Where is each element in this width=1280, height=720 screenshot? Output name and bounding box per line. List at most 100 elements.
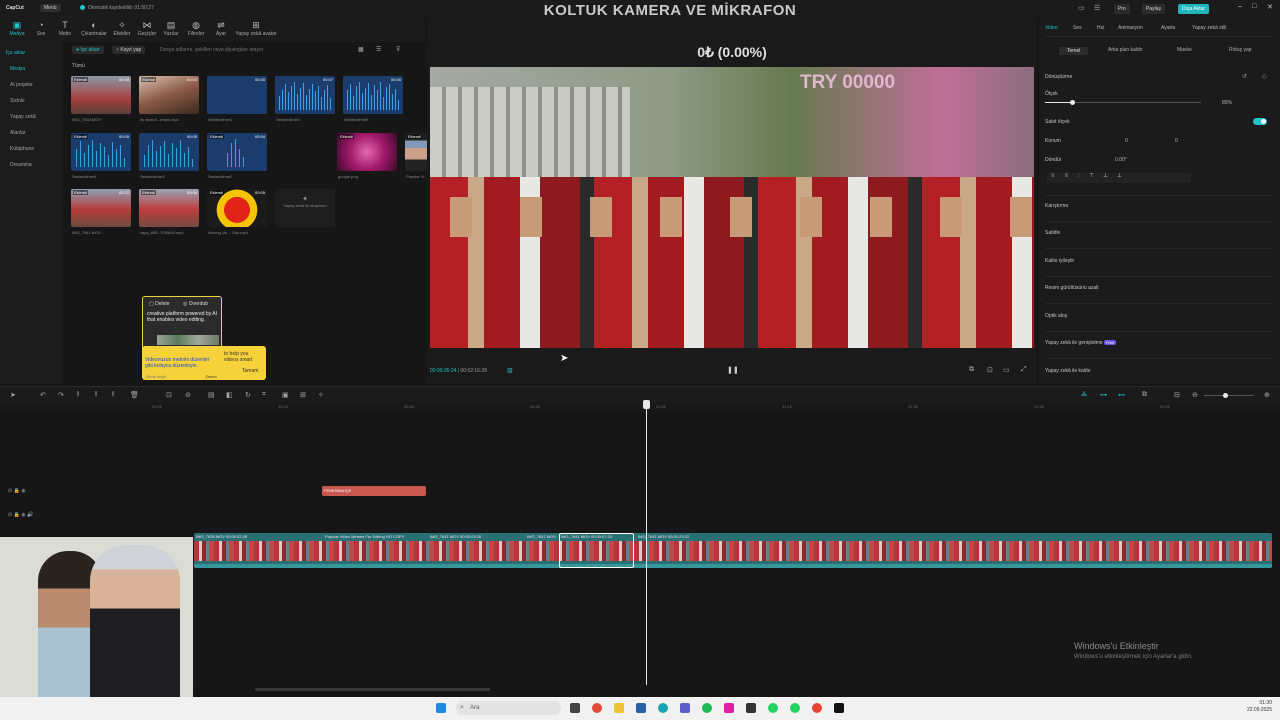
grid-view-icon[interactable]: ▦	[358, 46, 364, 53]
main-video-clip[interactable]: IMG_7638.MOV 00:00:02:26 Popular Video M…	[194, 533, 1272, 568]
import-chip[interactable]: ● İçe aktar	[72, 46, 104, 54]
record-chip[interactable]: ○ Kayıt yap	[112, 46, 146, 54]
crop-icon[interactable]: ⌗	[262, 391, 266, 399]
delete-icon[interactable]: 🗑	[130, 391, 139, 399]
rotate-value[interactable]: 0.00°	[1115, 157, 1127, 163]
zoom-slider[interactable]	[1204, 395, 1254, 396]
resize-icon[interactable]: ▣	[282, 391, 289, 399]
ok-button[interactable]: Tamam	[242, 368, 258, 374]
zoom-fit-icon[interactable]: ⊕	[1264, 391, 1270, 399]
split-right-icon[interactable]: ⫲	[112, 391, 114, 399]
subtab-retouch[interactable]: Rötuş yap	[1229, 47, 1252, 53]
tab-stickers[interactable]: ◐ Çıkartmalar	[79, 20, 109, 37]
spotify-icon[interactable]	[702, 703, 712, 713]
task-view-icon[interactable]	[570, 703, 580, 713]
app-icon[interactable]	[746, 703, 756, 713]
split-left-icon[interactable]: ⫲	[95, 391, 97, 399]
select-tool-icon[interactable]: ➤	[10, 391, 16, 399]
taskbar-search[interactable]: Ara	[456, 701, 561, 715]
tab-audio[interactable]: Ses	[1073, 25, 1082, 31]
snap-icon[interactable]: ⧉	[1142, 391, 1147, 399]
audio-thumb[interactable]: 00:05	[207, 76, 267, 114]
pro-button[interactable]: Pro	[1114, 4, 1130, 14]
scale-value[interactable]: 85%	[1222, 100, 1232, 106]
tab-ai-avatar[interactable]: ⊞ Yapay zekâ avatar	[234, 20, 278, 37]
noise-label[interactable]: Resim gürültüsünü azalt	[1045, 285, 1099, 291]
sort-icon[interactable]: ☰	[376, 46, 381, 53]
ai-create-tile[interactable]: ✦ Yapay zekâ ile oluşturun	[275, 189, 335, 227]
tab-adjust[interactable]: ⇌ Ayar	[206, 20, 236, 37]
section-all[interactable]: Tümü	[72, 63, 85, 69]
filter-icon[interactable]: ⊽	[396, 46, 400, 53]
audio-thumb[interactable]: 00:06	[343, 76, 403, 114]
align-toolbar[interactable]: ≡≡⫶⊤⊥⊥	[1047, 173, 1191, 183]
timeline-ruler[interactable]: 00:00 00:15 00:30 00:45 01:00 01:15 01:3…	[0, 402, 1280, 412]
track-lock-icon[interactable]: ⊟ 🔒 ◉	[8, 488, 26, 494]
tab-video[interactable]: Video	[1045, 25, 1058, 31]
sidebar-item-ai[interactable]: Yapay zekâ	[10, 114, 36, 120]
tab-adjust[interactable]: Ayarla	[1161, 25, 1175, 31]
store-icon[interactable]	[636, 703, 646, 713]
minimize-icon[interactable]: –	[1238, 3, 1242, 10]
selected-clip-outline[interactable]	[559, 533, 634, 568]
caption-icon[interactable]: ⊟	[1174, 391, 1180, 399]
transform-heading[interactable]: Dönüştürme	[1045, 74, 1072, 80]
edge-icon[interactable]	[658, 703, 668, 713]
sidebar-item-dreamina[interactable]: Dreamina	[10, 162, 32, 168]
tab-speed[interactable]: Hız	[1097, 25, 1105, 31]
fullscreen-icon[interactable]: ⤢	[1021, 366, 1027, 374]
menu-button[interactable]: Menü	[40, 4, 61, 12]
sidebar-item-library[interactable]: Kütüphane	[10, 146, 34, 152]
audio-thumb[interactable]: 00:07	[275, 76, 335, 114]
undo-icon[interactable]: ↶	[40, 391, 46, 399]
stabilize-label[interactable]: Sabitle	[1045, 230, 1060, 236]
whatsapp-icon[interactable]	[768, 703, 778, 713]
mask-icon[interactable]: ⊘	[185, 391, 191, 399]
script-icon[interactable]: ▤	[208, 391, 215, 399]
timeline-scrollbar[interactable]	[255, 688, 490, 691]
maximize-icon[interactable]: □	[1252, 3, 1256, 10]
chrome-icon[interactable]	[592, 703, 602, 713]
uniform-scale-toggle[interactable]	[1253, 118, 1267, 125]
zoom-slider-knob[interactable]	[1223, 393, 1228, 398]
explorer-icon[interactable]	[614, 703, 624, 713]
speed-icon[interactable]: ⊞	[300, 391, 306, 399]
instagram-icon[interactable]	[724, 703, 734, 713]
demo-button[interactable]: Demo	[206, 374, 217, 379]
pause-icon[interactable]: ❚❚	[727, 366, 739, 374]
track-lock-icon[interactable]: ⊟ 🔒 ◉ 🔊	[8, 512, 33, 518]
tab-ai-style[interactable]: Yapay zekâ stili	[1192, 25, 1226, 31]
preview-axis-icon[interactable]: ⊷	[1118, 391, 1125, 399]
list-icon[interactable]: ☰	[1094, 4, 1100, 12]
whatsapp-icon[interactable]	[790, 703, 800, 713]
split-icon[interactable]: ⫲	[77, 391, 79, 399]
text-clip[interactable]: FENERBAHÇE	[322, 486, 426, 496]
effects-icon[interactable]: ✧	[318, 391, 324, 399]
windows-start-icon[interactable]	[436, 703, 446, 713]
ai-expand-label[interactable]: Yapay zekâ ile genişletme Free	[1045, 340, 1117, 346]
mirror-icon[interactable]: ◧	[226, 391, 233, 399]
share-button[interactable]: Paylaş	[1142, 4, 1166, 14]
quality-label[interactable]: Kalite iyileştir	[1045, 258, 1074, 264]
media-thumb[interactable]: Eklendi	[337, 133, 397, 171]
link-icon[interactable]: ⊶	[1100, 391, 1107, 399]
crop-icon[interactable]: ⊡	[987, 366, 993, 374]
media-thumb[interactable]: Eklendi 00:06	[139, 189, 199, 227]
sidebar-item-ai-projects[interactable]: AI projeler	[10, 82, 33, 88]
scale-slider-knob[interactable]	[1070, 100, 1075, 105]
freeze-icon[interactable]: ⊡	[166, 391, 172, 399]
aspect-icon[interactable]: ▭	[1003, 366, 1010, 374]
skip-button[interactable]: Şimdi değil	[146, 374, 166, 379]
blend-label[interactable]: Karıştırma	[1045, 203, 1068, 209]
tab-text[interactable]: T Metin	[50, 20, 80, 37]
pos-y-value[interactable]: 0	[1175, 138, 1178, 144]
capcut-icon[interactable]	[834, 703, 844, 713]
subtab-remove-bg[interactable]: Arka plan kaldır	[1108, 47, 1143, 53]
export-button[interactable]: Dışa Aktar	[1178, 4, 1210, 14]
tab-animation[interactable]: Animasyon	[1118, 25, 1143, 31]
pos-x-value[interactable]: 0	[1125, 138, 1128, 144]
layout-icon[interactable]: ▭	[1078, 4, 1085, 12]
media-thumb[interactable]: Eklendi 00:22	[71, 189, 131, 227]
media-thumb[interactable]: Eklendi 00:08	[71, 76, 131, 114]
ratio-icon[interactable]: ⧉	[969, 366, 974, 374]
